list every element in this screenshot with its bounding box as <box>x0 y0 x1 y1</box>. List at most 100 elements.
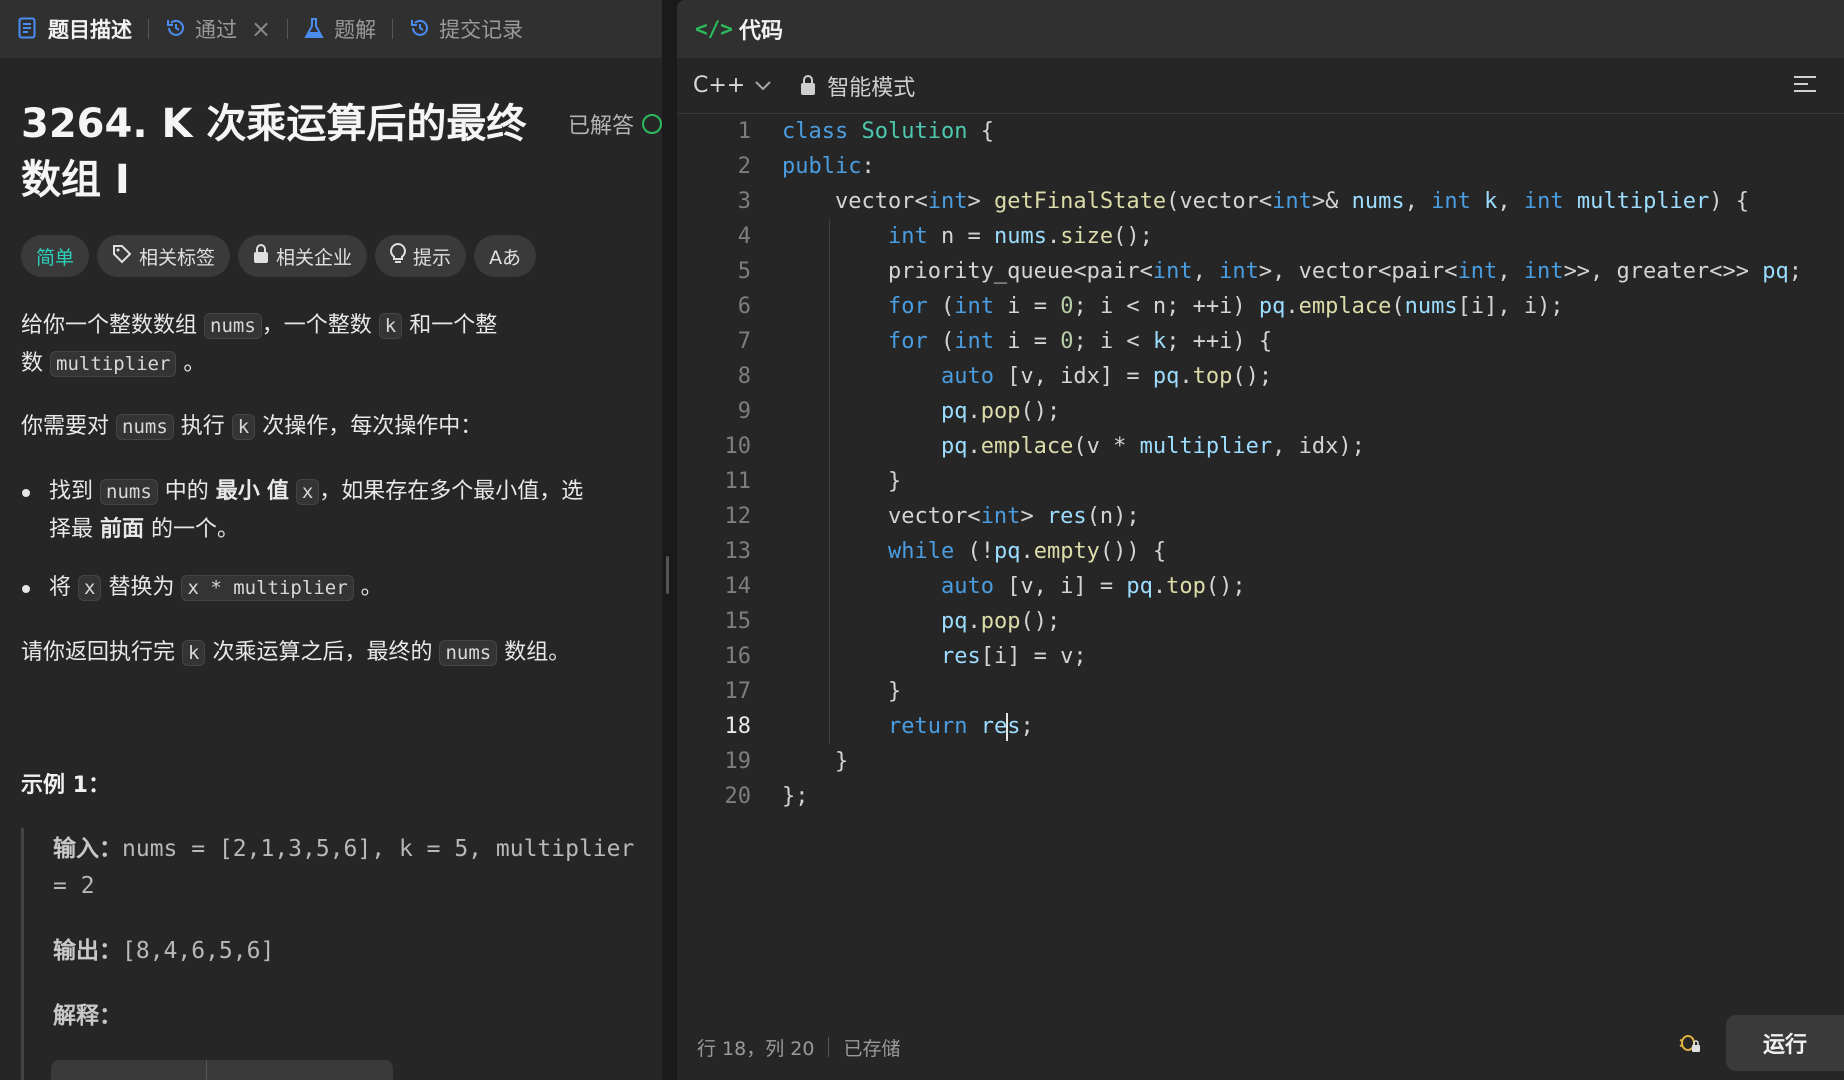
debug-icon[interactable] <box>1678 1030 1702 1060</box>
code-text[interactable]: class Solution { <box>782 114 994 149</box>
code-text[interactable]: for (int i = 0; i < k; ++i) { <box>782 324 1272 359</box>
code-text[interactable]: auto [v, idx] = pq.top(); <box>782 359 1272 394</box>
code-text[interactable]: pq.pop(); <box>782 604 1060 639</box>
code-line[interactable]: 14 auto [v, i] = pq.top(); <box>677 569 1844 604</box>
run-button[interactable]: 运行 <box>1726 1015 1844 1071</box>
panel-resize-handle[interactable] <box>666 556 669 594</box>
language-label: C++ <box>693 73 746 98</box>
text: ，一个整数 <box>261 313 372 338</box>
language-select[interactable]: C++ <box>693 73 771 98</box>
code-text[interactable]: pq.emplace(v * multiplier, idx); <box>782 429 1365 464</box>
text: 择最 <box>49 517 94 542</box>
input-value-continued: = 2 <box>53 873 95 899</box>
close-icon[interactable]: × <box>251 15 271 43</box>
code-line[interactable]: 7 for (int i = 0; i < k; ++i) { <box>677 324 1844 359</box>
inline-code: k <box>182 640 206 666</box>
line-number: 5 <box>737 259 751 284</box>
line-number: 7 <box>737 329 751 354</box>
code-line[interactable]: 3 vector<int> getFinalState(vector<int>&… <box>677 184 1844 219</box>
code-panel: </> 代码 C++ 智能模式 1 class Solution {2 public… <box>677 0 1844 1080</box>
tab-description[interactable]: 题目描述 <box>18 0 148 58</box>
smart-mode-toggle[interactable]: 智能模式 <box>801 70 915 102</box>
bold-text: 值 <box>266 479 289 504</box>
code-line[interactable]: 12 vector<int> res(n); <box>677 499 1844 534</box>
bold-text: 前面 <box>100 517 145 542</box>
output-label: 输出： <box>53 938 122 964</box>
code-line[interactable]: 16 res[i] = v; <box>677 639 1844 674</box>
tag-icon <box>112 244 132 269</box>
code-text[interactable]: } <box>782 744 848 779</box>
text: 次乘运算之后，最终的 <box>212 640 433 665</box>
hint-button[interactable]: 提示 <box>375 235 467 277</box>
code-text[interactable]: int n = nums.size(); <box>782 219 1153 254</box>
save-status: 已存储 <box>843 1037 901 1060</box>
tab-solutions[interactable]: 题解 <box>304 0 392 58</box>
code-text[interactable]: res[i] = v; <box>782 639 1087 674</box>
code-text[interactable]: vector<int> res(n); <box>782 499 1140 534</box>
solved-label: 已解答 <box>568 114 635 139</box>
example-title: 示例 1： <box>21 773 110 798</box>
line-number: 8 <box>737 364 751 389</box>
code-icon: </> <box>695 17 733 41</box>
text: ，如果存在多个最小值，选 <box>319 479 584 504</box>
translate-button[interactable]: Aあ <box>474 235 537 277</box>
difficulty-badge[interactable]: 简单 <box>21 235 90 277</box>
text: 中的 <box>164 479 209 504</box>
bullet-item: 找到 nums 中的 最小 值 x ，如果存在多个最小值，选 择最 前面 的一个。 <box>49 473 649 548</box>
code-text[interactable]: priority_queue<pair<int, int>, vector<pa… <box>782 254 1802 289</box>
code-line[interactable]: 18 return res; <box>677 709 1844 744</box>
code-line[interactable]: 4 int n = nums.size(); <box>677 219 1844 254</box>
code-text[interactable]: } <box>782 674 901 709</box>
tab-code-label[interactable]: 代码 <box>739 13 783 45</box>
related-tags-button[interactable]: 相关标签 <box>97 235 231 277</box>
code-text[interactable]: pq.pop(); <box>782 394 1060 429</box>
input-value: nums = [2,1,3,5,6], k = 5, multiplier <box>122 836 635 862</box>
code-line[interactable]: 19 } <box>677 744 1844 779</box>
flask-icon <box>304 17 324 41</box>
bullet-dot <box>22 585 30 593</box>
code-line[interactable]: 17 } <box>677 674 1844 709</box>
code-text[interactable]: while (!pq.empty()) { <box>782 534 1166 569</box>
tab-divider <box>287 19 289 39</box>
code-line[interactable]: 11 } <box>677 464 1844 499</box>
code-text[interactable]: return res; <box>782 709 1034 744</box>
line-number: 1 <box>737 119 751 144</box>
code-editor[interactable]: 1 class Solution {2 public: 3 vector<int> g… <box>677 114 1844 1014</box>
tab-divider <box>148 19 149 39</box>
editor-toolbar: C++ 智能模式 <box>677 58 1844 114</box>
example-quote-bar <box>21 828 24 1080</box>
status-divider <box>828 1037 830 1057</box>
code-text[interactable]: } <box>782 464 901 499</box>
code-line[interactable]: 13 while (!pq.empty()) { <box>677 534 1844 569</box>
code-line[interactable]: 1 class Solution { <box>677 114 1844 149</box>
tab-submissions-label: 提交记录 <box>439 18 524 42</box>
code-line[interactable]: 15 pq.pop(); <box>677 604 1844 639</box>
format-line <box>1794 76 1816 78</box>
code-text[interactable]: public: <box>782 149 875 184</box>
code-text[interactable]: for (int i = 0; i < n; ++i) pq.emplace(n… <box>782 289 1564 324</box>
tab-submissions[interactable]: 提交记录 <box>409 0 539 58</box>
translate-icon: Aあ <box>489 246 522 269</box>
tab-solutions-label: 题解 <box>334 18 377 42</box>
inline-code: k <box>231 414 256 440</box>
code-text[interactable]: vector<int> getFinalState(vector<int>& n… <box>782 184 1749 219</box>
inline-code: x * multiplier <box>181 575 354 601</box>
code-line[interactable]: 5 priority_queue<pair<int, int>, vector<… <box>677 254 1844 289</box>
line-number: 18 <box>724 714 752 739</box>
format-icon[interactable] <box>1794 76 1816 96</box>
related-companies-button[interactable]: 相关企业 <box>238 235 368 277</box>
text: 和一个整 <box>409 313 498 338</box>
code-line[interactable]: 8 auto [v, idx] = pq.top(); <box>677 359 1844 394</box>
code-text[interactable]: }; <box>782 779 809 814</box>
code-line[interactable]: 9 pq.pop(); <box>677 394 1844 429</box>
code-text[interactable]: auto [v, i] = pq.top(); <box>782 569 1246 604</box>
inline-code: x <box>295 479 320 505</box>
code-line[interactable]: 6 for (int i = 0; i < n; ++i) pq.emplace… <box>677 289 1844 324</box>
tab-accepted[interactable]: 通过 × <box>165 0 287 58</box>
code-line[interactable]: 20}; <box>677 779 1844 814</box>
code-line[interactable]: 10 pq.emplace(v * multiplier, idx); <box>677 429 1844 464</box>
input-label: 输入： <box>53 836 122 862</box>
problem-title: 3264. K 次乘运算后的最终数组 I <box>21 101 527 203</box>
text: 。 <box>360 575 383 600</box>
code-line[interactable]: 2 public: <box>677 149 1844 184</box>
